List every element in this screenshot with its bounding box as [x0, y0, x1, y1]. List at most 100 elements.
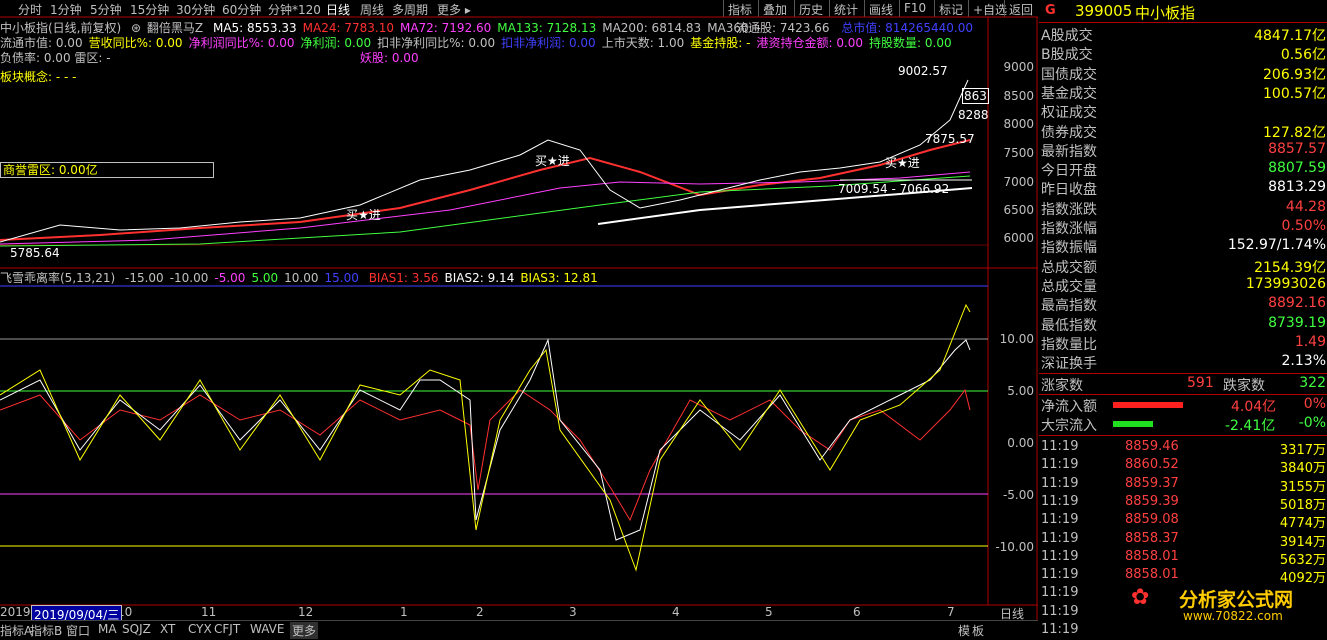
quote-value: 0.50% [1281, 218, 1326, 234]
level-label-5: 15.00 [324, 271, 359, 285]
date-tick-10: 7 [947, 605, 955, 619]
advance-value: 591 [1187, 375, 1214, 391]
date-tick-3: 12 [298, 605, 314, 619]
sub-tick-1: 5.00 [1007, 384, 1034, 398]
quote-value: 8807.59 [1268, 160, 1326, 177]
quote-label: 指数振幅 [1041, 240, 1097, 257]
quote-label: B股成交 [1041, 47, 1093, 64]
tick-time: 11:19 [1041, 530, 1079, 546]
tab-first[interactable]: 指标A [0, 622, 32, 639]
quote-label: 指数涨幅 [1041, 221, 1097, 237]
price-tick-6: 6000 [1003, 231, 1034, 245]
quote-value: 100.57亿 [1263, 85, 1326, 102]
quote-label: 指数涨跌 [1041, 201, 1097, 218]
quote-label: 国债成交 [1041, 66, 1097, 83]
quote-value: 8813.29 [1268, 179, 1326, 196]
block-value: -2.41亿 [1225, 418, 1276, 434]
block-bar [1113, 421, 1153, 427]
tick-volume: 4092万 [1279, 571, 1326, 587]
tick-time: 11:19 [1041, 512, 1079, 528]
quote-row-7: 今日开盘 8807.59 [1041, 160, 1326, 179]
tick-volume: 5018万 [1279, 497, 1326, 513]
buy-signal-1: 买★进 [346, 208, 381, 222]
price-tick-1: 8500 [1003, 89, 1034, 103]
level-label-1: -10.00 [169, 271, 209, 285]
indicator-tab-4[interactable]: XT [160, 622, 175, 636]
sub-tick-3: -5.00 [1002, 488, 1034, 502]
decline-value: 322 [1299, 375, 1326, 391]
quote-label: 最新指数 [1041, 143, 1097, 160]
tick-row-4: 11:19 8859.08 4774万 [1041, 512, 1326, 531]
tick-price: 8858.01 [1125, 567, 1179, 583]
netflow-pct: 0% [1303, 396, 1326, 412]
indicator-tab-7[interactable]: WAVE [250, 622, 284, 636]
price-line [0, 79, 969, 243]
watermark-url: www.70822.com [1183, 609, 1283, 623]
buy-signal-3: 买★进 [885, 156, 920, 170]
quote-row-15: 最低指数 8739.19 [1041, 315, 1326, 334]
quote-row-13: 总成交量 173993026 [1041, 276, 1326, 295]
netflow-label: 净流入额 [1041, 399, 1097, 415]
flag-label: G [1045, 3, 1056, 18]
flower-logo-icon: ✿ [1131, 585, 1150, 610]
indicator-tab-5[interactable]: CYX [188, 622, 212, 636]
quote-label: 今日开盘 [1041, 163, 1097, 180]
tick-volume: 5632万 [1279, 552, 1326, 568]
netflow-bar [1113, 402, 1183, 408]
quote-label: 基金成交 [1041, 85, 1097, 102]
level-legend: -15.00 -10.00 -5.00 5.00 10.00 15.00 [119, 271, 359, 285]
quote-row-8: 昨日收盘 8813.29 [1041, 179, 1326, 198]
advance-decline-row: 涨家数 591 跌家数 322 [1041, 375, 1326, 394]
price-tick-4: 7000 [1003, 175, 1034, 189]
tick-time: 11:19 [1041, 457, 1079, 473]
indicator-tab-3[interactable]: SQJZ [122, 622, 151, 636]
indicator-tab-2[interactable]: MA [98, 622, 117, 636]
tick-row-7: 11:19 8858.01 4092万 [1041, 567, 1326, 587]
quote-value: 1.49 [1294, 333, 1326, 350]
tick-row-5: 11:19 8858.37 3914万 [1041, 530, 1326, 550]
tick-time: 11:19 [1041, 475, 1079, 491]
bias1-line [0, 388, 971, 522]
quote-row-9: 指数涨跌 44.28 [1041, 199, 1326, 218]
quote-value: 4847.17亿 [1254, 28, 1326, 44]
tick-time: 11:19 [1041, 493, 1079, 509]
quote-value: 0.56亿 [1280, 47, 1326, 64]
board-tab[interactable]: 板 [972, 622, 984, 639]
quote-label: 最高指数 [1041, 298, 1097, 315]
template-tab[interactable]: 模 [958, 622, 970, 639]
quote-value: 206.93亿 [1263, 66, 1326, 83]
quote-value: 8857.57 [1268, 140, 1326, 157]
indicator-tab-1[interactable]: 窗口 [66, 622, 90, 639]
quote-value: 8739.19 [1268, 314, 1326, 331]
quote-value: 8892.16 [1268, 295, 1326, 312]
indicator-tab-0[interactable]: 指标B [30, 622, 62, 639]
date-tick-5: 2 [476, 605, 484, 619]
kline-chart[interactable] [0, 0, 1038, 620]
level-label-2: -5.00 [214, 271, 246, 285]
bias2-line [0, 338, 971, 541]
quote-label: 总成交额 [1041, 259, 1097, 276]
tick-price: 8859.08 [1125, 512, 1179, 528]
quote-value: 2154.39亿 [1254, 259, 1326, 276]
cursor-date: 2019/09/04/三 [31, 605, 123, 622]
date-tick-2: 11 [201, 605, 217, 619]
indicator-tab-8[interactable]: 更多 [290, 622, 319, 639]
quote-row-4: 权证成交 [1041, 102, 1326, 121]
price-tick-3: 7500 [1003, 146, 1034, 160]
bias3-line [0, 303, 971, 572]
watermark-title: 分析家公式网 [1179, 589, 1294, 611]
quote-row-11: 指数振幅 152.97/1.74% [1041, 237, 1326, 256]
indicator-tabs: 指标A 指标B 窗口 MA SQJZ XT CYX CFJT WAVE 更多 模板 [0, 620, 1038, 639]
tick-row-3: 11:19 8859.39 5018万 [1041, 493, 1326, 513]
block-label: 大宗流入 [1041, 418, 1097, 434]
indicator-tab-6[interactable]: CFJT [214, 622, 240, 636]
ma72-line [0, 171, 971, 245]
watermark: ✿ 分析家公式网 www.70822.com [1131, 585, 1321, 625]
sub-tick-2: 0.00 [1007, 436, 1034, 450]
tick-price: 8858.01 [1125, 548, 1179, 564]
quote-row-10: 指数涨幅 0.50% [1041, 218, 1326, 237]
sub-chart-header: 飞雪乖离率(5,13,21) -15.00 -10.00 -5.00 5.00 10.0… [0, 269, 598, 286]
sub-chart-title[interactable]: 飞雪乖离率(5,13,21) [0, 271, 115, 285]
support-label: 7009.54 - 7066.92 [838, 182, 950, 196]
tick-time: 11:19 [1041, 603, 1079, 619]
